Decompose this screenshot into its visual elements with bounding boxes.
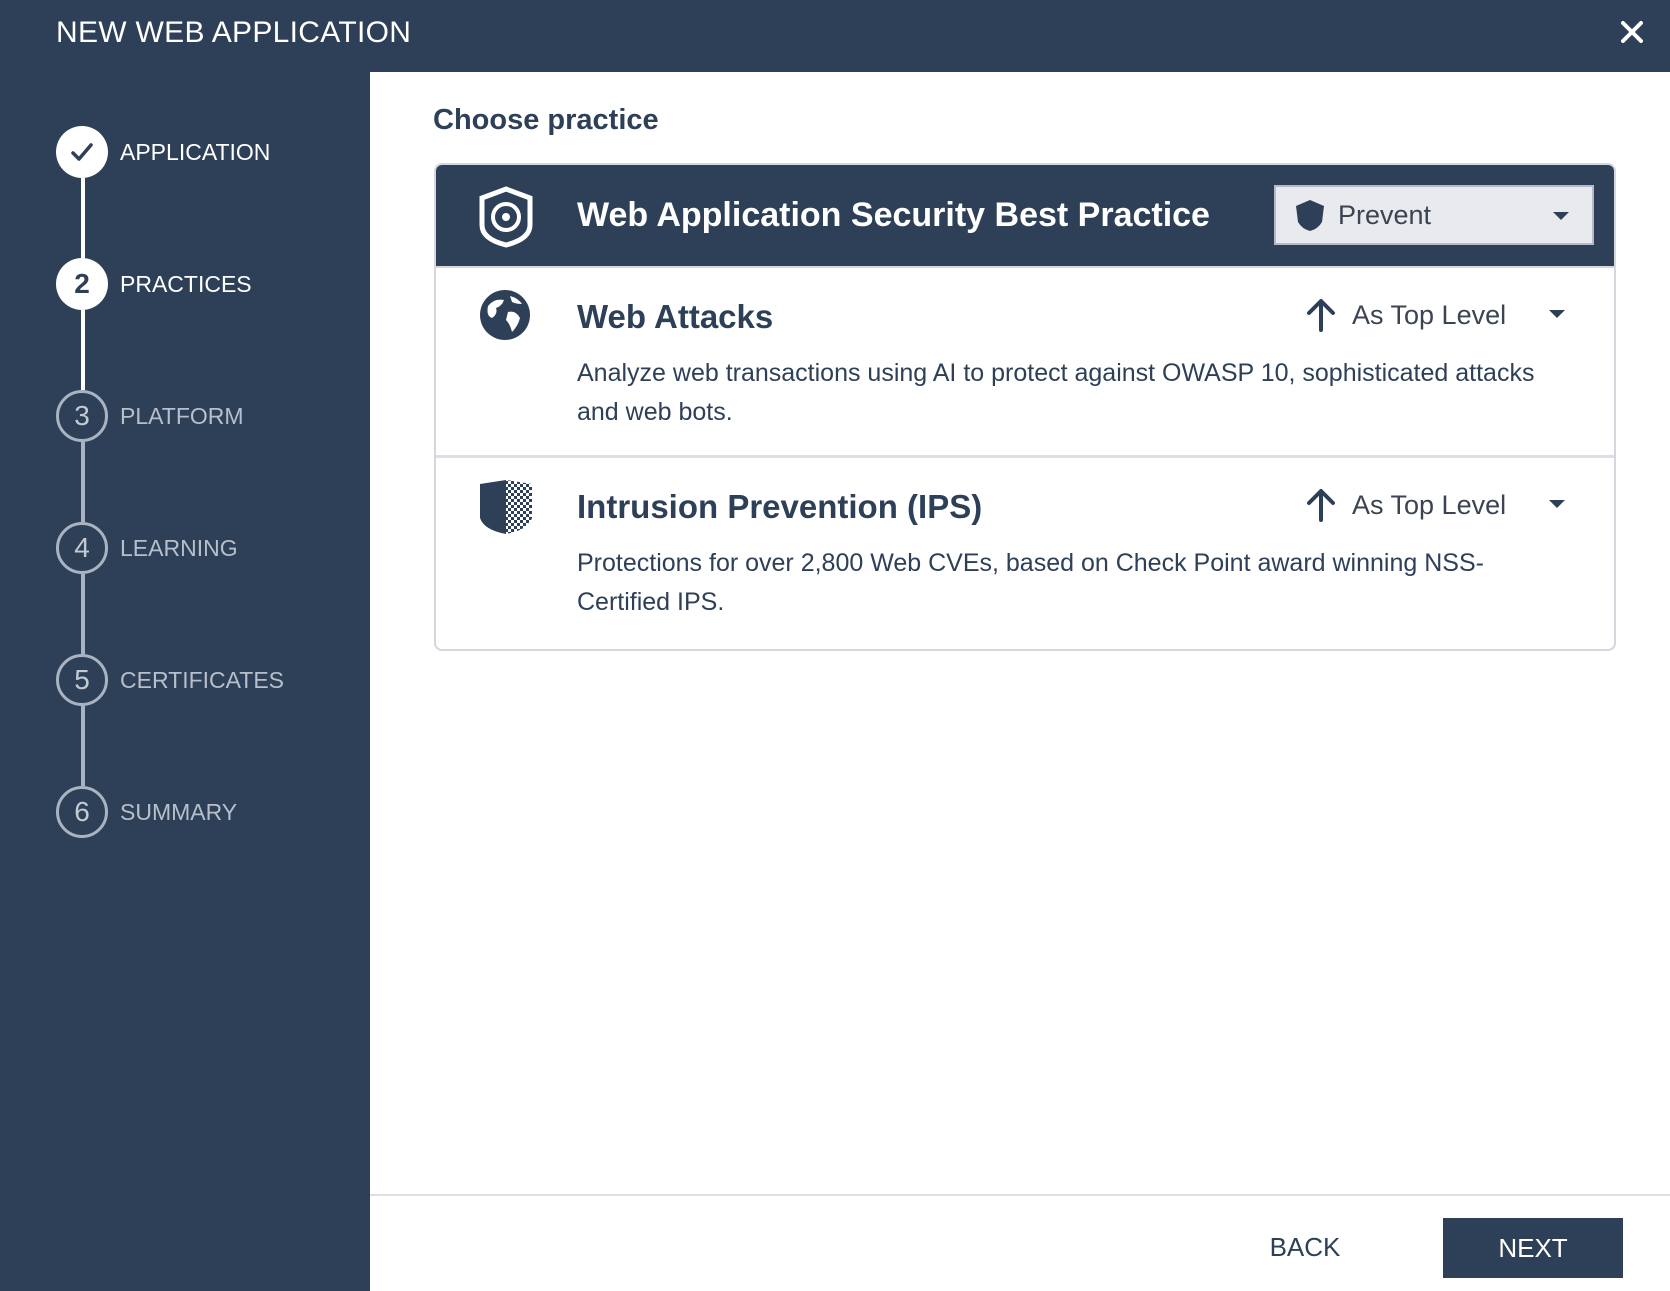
step-number: 2 [56,258,108,310]
globe-icon [480,290,530,340]
wizard-stepper: APPLICATION 2 PRACTICES 3 PLATFORM 4 LEA… [0,72,370,1291]
step-label: APPLICATION [120,138,271,165]
checkmark-icon [71,143,93,161]
level-value: As Top Level [1352,489,1507,520]
level-dropdown[interactable]: As Top Level [1306,290,1566,340]
arrow-up-icon [1307,489,1335,522]
ips-shield-icon [480,480,532,534]
step-certificates[interactable]: 5 CERTIFICATES [56,654,284,706]
main-content: Choose practice Web Application Security… [370,72,1670,1192]
chevron-down-icon [1549,310,1565,318]
mode-value: Prevent [1338,199,1432,230]
step-label: PLATFORM [120,402,244,429]
step-number: 4 [56,522,108,574]
dialog-titlebar: NEW WEB APPLICATION [0,0,1670,72]
next-button[interactable]: NEXT [1443,1218,1623,1278]
section-heading: Choose practice [433,104,659,136]
close-icon [1621,21,1643,43]
dialog-footer: BACK NEXT [370,1194,1670,1291]
shield-target-icon [479,186,533,248]
practice-item-ips: Intrusion Prevention (IPS) As Top Level … [436,458,1614,649]
step-connector [81,178,85,258]
step-platform[interactable]: 3 PLATFORM [56,390,244,442]
step-learning[interactable]: 4 LEARNING [56,522,238,574]
step-label: LEARNING [120,534,238,561]
back-button[interactable]: BACK [1250,1218,1360,1276]
step-connector [81,706,85,786]
step-application[interactable]: APPLICATION [56,126,270,178]
step-number: 6 [56,786,108,838]
dialog-title: NEW WEB APPLICATION [56,16,412,49]
practice-item-title: Intrusion Prevention (IPS) [577,488,983,525]
level-dropdown[interactable]: As Top Level [1306,480,1566,530]
level-value: As Top Level [1352,299,1507,330]
step-connector [81,574,85,654]
step-label: SUMMARY [120,798,238,825]
practice-header: Web Application Security Best Practice P… [436,165,1614,268]
step-summary[interactable]: 6 SUMMARY [56,786,237,838]
step-number: 3 [56,390,108,442]
step-practices[interactable]: 2 PRACTICES [56,258,252,310]
practice-panel: Web Application Security Best Practice P… [434,163,1616,651]
practice-item-description: Analyze web transactions using AI to pro… [577,359,1535,426]
step-connector [81,310,85,390]
mode-dropdown[interactable]: Prevent [1274,185,1594,245]
practice-item-description: Protections for over 2,800 Web CVEs, bas… [577,549,1484,616]
step-label: PRACTICES [120,270,252,297]
step-number: 5 [56,654,108,706]
chevron-down-icon [1553,212,1569,220]
practice-title: Web Application Security Best Practice [577,196,1210,234]
practice-item-title: Web Attacks [577,298,774,335]
chevron-down-icon [1549,500,1565,508]
step-label: CERTIFICATES [120,666,284,693]
shield-icon [1296,200,1324,231]
close-button[interactable] [1612,12,1652,52]
step-circle [56,126,108,178]
arrow-up-icon [1307,299,1335,332]
practice-item-web-attacks: Web Attacks As Top Level Analyze web tra… [436,268,1614,458]
step-connector [81,442,85,522]
